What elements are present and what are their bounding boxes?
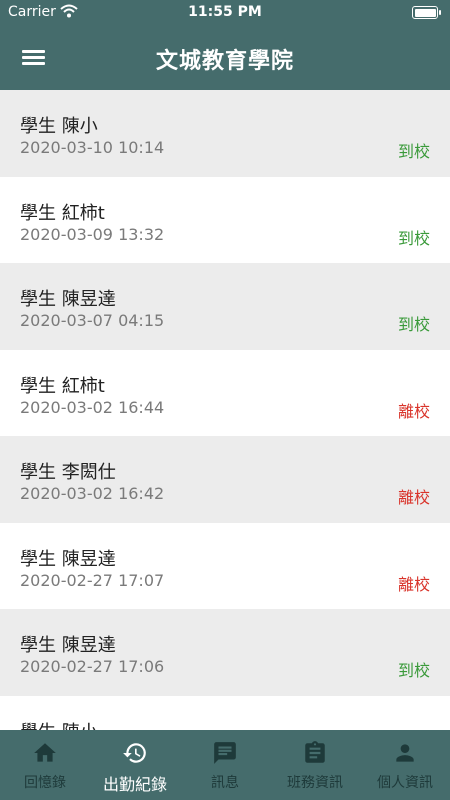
app-bar: 文城教育學院 xyxy=(0,25,450,90)
tab-class-info[interactable]: 班務資訊 xyxy=(270,730,360,800)
list-item[interactable]: 學生 紅柿t 2020-03-02 16:44 離校 xyxy=(0,350,450,437)
record-timestamp: 2020-02-27 17:06 xyxy=(20,657,165,676)
person-icon xyxy=(360,740,450,766)
tab-label: 出勤紀錄 xyxy=(102,775,167,794)
clock: 11:55 PM xyxy=(188,4,262,20)
tab-memories[interactable]: 回憶錄 xyxy=(0,730,90,800)
list-item[interactable]: 學生 陳昱達 2020-03-07 04:15 到校 xyxy=(0,263,450,350)
attendance-list[interactable]: 學生 陳小 2020-03-10 10:14 到校 學生 紅柿t 2020-03… xyxy=(0,90,450,730)
list-item[interactable]: 學生 陳小 xyxy=(0,696,450,731)
record-timestamp: 2020-03-10 10:14 xyxy=(20,138,165,157)
list-item[interactable]: 學生 陳昱達 2020-02-27 17:07 離校 xyxy=(0,523,450,610)
record-timestamp: 2020-03-02 16:42 xyxy=(20,484,165,503)
student-name: 學生 陳昱達 xyxy=(20,289,116,310)
tab-label: 回憶錄 xyxy=(24,775,66,791)
status-label: 離校 xyxy=(397,574,430,594)
page-title: 文城教育學院 xyxy=(155,49,294,74)
tab-attendance[interactable]: 出勤紀錄 xyxy=(90,730,180,800)
bottom-tab-bar: 回憶錄 出勤紀錄 訊息 班務資訊 個人資訊 xyxy=(0,730,450,800)
student-name: 學生 陳昱達 xyxy=(20,548,116,570)
status-label: 離校 xyxy=(397,401,430,421)
message-icon xyxy=(180,740,270,766)
student-name: 學生 紅柿t xyxy=(20,375,105,397)
record-timestamp: 2020-02-27 17:07 xyxy=(20,570,165,590)
student-name: 學生 陳小 xyxy=(20,116,98,137)
list-item[interactable]: 學生 紅柿t 2020-03-09 13:32 到校 xyxy=(0,177,450,264)
status-label: 到校 xyxy=(397,661,430,680)
student-name: 學生 陳昱達 xyxy=(20,635,116,656)
tab-label: 訊息 xyxy=(211,775,239,791)
history-icon xyxy=(90,740,180,766)
record-timestamp: 2020-03-02 16:44 xyxy=(20,397,165,417)
list-item[interactable]: 學生 陳昱達 2020-02-27 17:06 到校 xyxy=(0,609,450,696)
tab-messages[interactable]: 訊息 xyxy=(180,730,270,800)
student-name: 學生 陳小 xyxy=(20,718,98,731)
student-name: 學生 李閎仕 xyxy=(20,462,116,483)
student-name: 學生 紅柿t xyxy=(20,202,105,224)
status-label: 離校 xyxy=(397,488,430,507)
list-item[interactable]: 學生 李閎仕 2020-03-02 16:42 離校 xyxy=(0,436,450,523)
status-label: 到校 xyxy=(397,142,430,161)
record-timestamp: 2020-03-09 13:32 xyxy=(20,224,165,244)
battery-icon xyxy=(412,6,441,19)
status-label: 到校 xyxy=(397,315,430,334)
status-bar: Carrier 11:55 PM xyxy=(0,0,450,25)
clipboard-icon xyxy=(270,740,360,766)
record-timestamp: 2020-03-07 04:15 xyxy=(20,311,165,330)
status-label: 到校 xyxy=(397,228,430,248)
list-item[interactable]: 學生 陳小 2020-03-10 10:14 到校 xyxy=(0,90,450,177)
tab-label: 個人資訊 xyxy=(377,775,433,791)
tab-label: 班務資訊 xyxy=(287,775,343,791)
tab-profile[interactable]: 個人資訊 xyxy=(360,730,450,800)
home-icon xyxy=(0,740,90,766)
